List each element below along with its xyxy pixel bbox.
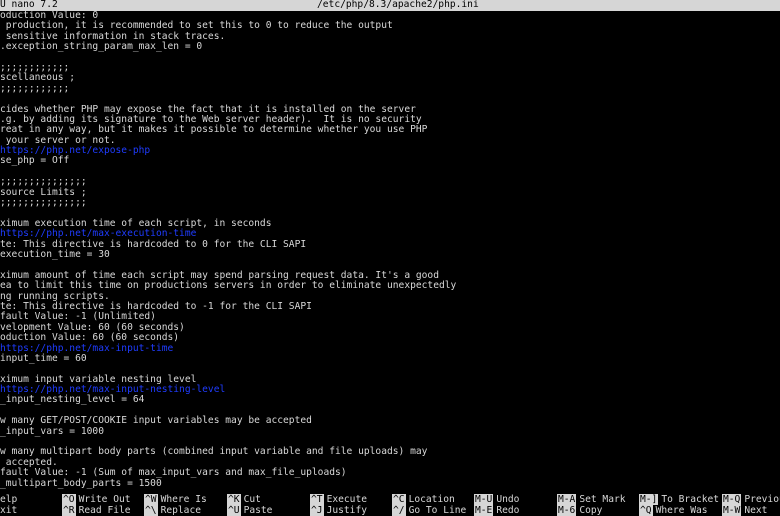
shortcut-label: Set Mark <box>579 494 626 505</box>
shortcut-key: M-E <box>474 505 494 516</box>
shortcut-key: ^R <box>62 505 76 516</box>
shortcut-key: ^Q <box>639 505 653 516</box>
text-line <box>0 94 780 104</box>
text-line: te: This directive is hardcoded to 0 for… <box>0 238 307 250</box>
title-bar: U nano 7.2 /etc/php/8.3/apache2/php.ini <box>0 0 780 11</box>
shortcut-key: M-Q <box>722 494 742 505</box>
shortcut-label: Location <box>408 494 455 505</box>
shortcut-key: M-] <box>639 494 659 505</box>
shortcut-label: Paste <box>243 505 273 516</box>
shortcut-redo[interactable]: M-E Redo <box>474 505 519 516</box>
text-line: w many multipart body parts (combined in… <box>0 446 428 458</box>
text-line: .exception_string_param_max_len = 0 <box>0 41 203 53</box>
text-line: execution_time = 30 <box>0 248 110 260</box>
shortcut-set-mark[interactable]: M-A Set Mark <box>557 494 626 505</box>
text-line: input_time = 60 <box>0 352 87 364</box>
shortcut-justify[interactable]: ^J Justify <box>310 505 367 516</box>
text-line: w many GET/POST/COOKIE input variables m… <box>0 415 312 427</box>
shortcut-paste[interactable]: ^U Paste <box>227 505 272 516</box>
shortcut-previous[interactable]: M-QPrevious <box>722 494 780 505</box>
shortcut-label: Replace <box>160 505 201 516</box>
shortcut-bar: elp ^O Write Out ^W Where Is ^K Cut ^T Execute ^C… <box>0 494 780 516</box>
shortcut-label: Justify <box>326 505 367 516</box>
text-line: source Limits ; <box>0 186 87 198</box>
text-line: ea to limit this time on productions ser… <box>0 280 457 292</box>
shortcut-location[interactable]: ^C Location <box>392 494 455 505</box>
shortcut-cut[interactable]: ^K Cut <box>227 494 261 505</box>
text-line: ;;;;;;;;;;;;;;; <box>0 176 87 188</box>
shortcut-where-was[interactable]: ^Q Where Was <box>639 505 708 516</box>
text-line: oduction Value: 60 (60 seconds) <box>0 332 180 344</box>
app-name: U nano 7.2 <box>0 0 58 10</box>
text-line: _input_nesting_level = 64 <box>0 394 145 406</box>
shortcut-label: Execute <box>326 494 367 505</box>
shortcut-label: Read File <box>78 505 131 516</box>
url-line: https://php.net/max-input-time <box>0 342 174 354</box>
shortcut-key: ^/ <box>392 505 406 516</box>
editor-area[interactable]: oduction Value: 0 production, it is reco… <box>0 11 780 494</box>
shortcut-label: Where Was <box>655 505 708 516</box>
text-line: ;;;;;;;;;;;;;;; <box>0 197 87 209</box>
text-line: se_php = Off <box>0 155 70 167</box>
shortcut-key: M-A <box>557 494 577 505</box>
shortcut-undo[interactable]: M-U Undo <box>474 494 519 505</box>
shortcut-label: Redo <box>496 505 520 516</box>
shortcut-key: M-U <box>474 494 494 505</box>
file-path: /etc/php/8.3/apache2/php.ini <box>317 0 479 10</box>
shortcut-execute[interactable]: ^T Execute <box>310 494 367 505</box>
shortcut-label: Copy <box>579 505 603 516</box>
shortcut-where-is[interactable]: ^W Where Is <box>144 494 207 505</box>
shortcut-go-to-line[interactable]: ^/Go To Line <box>392 505 466 516</box>
shortcut-to-bracket[interactable]: M-] To Bracket <box>639 494 719 505</box>
shortcut-read-file[interactable]: ^R Read File <box>62 505 131 516</box>
shortcut-label: Next <box>744 505 768 516</box>
shortcut-key: M-W <box>722 505 742 516</box>
shortcut-key: ^C <box>392 494 406 505</box>
shortcut-key: ^K <box>227 494 241 505</box>
shortcut-copy[interactable]: M-6 Copy <box>557 505 602 516</box>
text-line: reat in any way, but it makes it possibl… <box>0 124 428 136</box>
shortcut-key: ^T <box>310 494 324 505</box>
shortcut-row-1: elp ^O Write Out ^W Where Is ^K Cut ^T Execute ^C… <box>0 494 780 505</box>
shortcut-label: Where Is <box>160 494 207 505</box>
text-line: ;;;;;;;;;;;; <box>0 61 70 73</box>
text-line <box>0 53 780 63</box>
shortcut-replace[interactable]: ^\ Replace <box>144 505 201 516</box>
shortcut-label: Go To Line <box>408 505 467 516</box>
shortcut-elp[interactable]: elp <box>0 494 17 505</box>
shortcut-label: Write Out <box>78 494 131 505</box>
shortcut-label: Cut <box>243 494 261 505</box>
shortcut-key: ^J <box>310 505 324 516</box>
shortcut-key: M-6 <box>557 505 577 516</box>
shortcut-key: ^W <box>144 494 158 505</box>
text-line: scellaneous ; <box>0 72 76 84</box>
text-line <box>0 167 780 177</box>
shortcut-key: ^\ <box>144 505 158 516</box>
shortcut-key: ^O <box>62 494 76 505</box>
shortcut-label: To Bracket <box>661 494 720 505</box>
url-line: https://php.net/expose-php <box>0 145 151 157</box>
shortcut-row-2: xit ^R Read File ^\ Replace ^U Paste ^J Justify ^… <box>0 505 780 516</box>
shortcut-label: elp <box>0 494 18 505</box>
shortcut-key: ^U <box>227 505 241 516</box>
text-line: _input_vars = 1000 <box>0 425 104 437</box>
text-line: _multipart_body_parts = 1500 <box>0 477 162 489</box>
text-line: ;;;;;;;;;;;; <box>0 82 70 94</box>
shortcut-label: xit <box>0 505 18 516</box>
shortcut-write-out[interactable]: ^O Write Out <box>62 494 131 505</box>
shortcut-xit[interactable]: xit <box>0 505 17 516</box>
shortcut-label: Previous <box>744 494 780 505</box>
shortcut-label: Undo <box>496 494 520 505</box>
shortcut-next[interactable]: M-W Next <box>722 505 767 516</box>
